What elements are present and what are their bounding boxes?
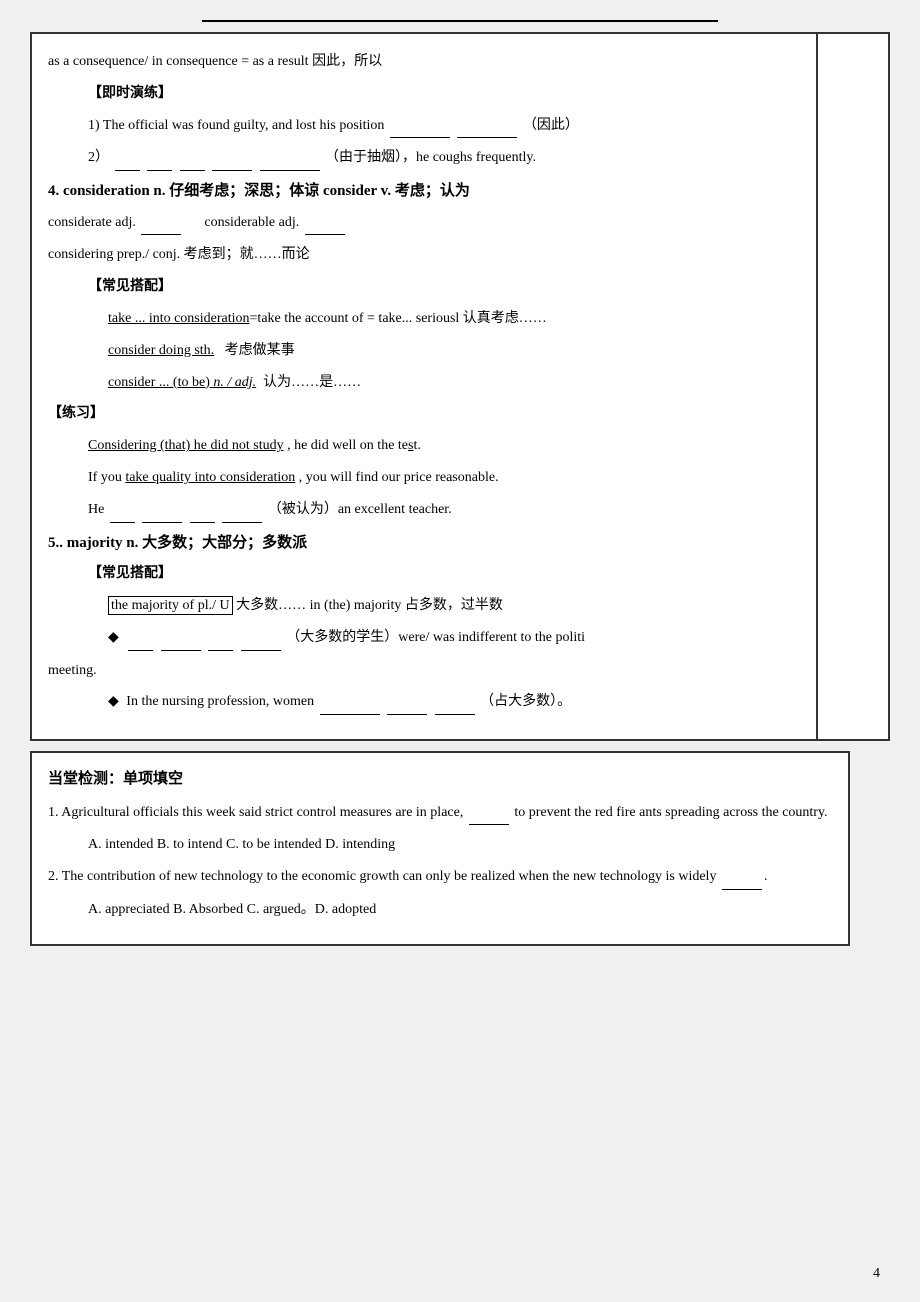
colloc-2: consider doing sth. 考虑做某事 <box>48 339 796 363</box>
blank-2e <box>260 146 320 171</box>
blank-2a <box>115 146 140 171</box>
colloc-1: take ... into consideration=take the acc… <box>48 307 796 331</box>
page-container: as a consequence/ in consequence = as a … <box>0 0 920 1302</box>
item4-considering-line: considering prep./ conj. 考虑到；就……而论 <box>48 243 796 267</box>
exercise-p1: Considering (that) he did not study , he… <box>48 434 796 458</box>
exercise-1: 1) The official was found guilty, and lo… <box>48 114 796 139</box>
top-divider <box>202 20 718 22</box>
blank-maj1c <box>208 626 233 651</box>
item4-header: 4. consideration n. 仔细考虑；深思；体谅 consider … <box>48 179 796 205</box>
blank-considerable <box>305 211 345 236</box>
item4-adj-line: considerate adj. considerable adj. <box>48 211 796 236</box>
majority-bullet-2: ◆ In the nursing profession, women （占大多数… <box>48 690 796 715</box>
majority-bullet1-cont: meeting. <box>48 659 796 683</box>
blank-1a <box>390 114 450 139</box>
colloc-3: consider ... (to be) n. / adj. 认为……是…… <box>48 371 796 395</box>
practice-header: 【即时演练】 <box>48 82 796 106</box>
colloc-header-2: 【常见搭配】 <box>48 562 796 586</box>
q2-options: A. appreciated B. Absorbed C. argued。D. … <box>48 898 832 922</box>
exercise-p2: If you take quality into consideration ,… <box>48 466 796 490</box>
blank-considerate <box>141 211 181 236</box>
practice-header-2: 【练习】 <box>48 402 796 426</box>
blank-2b <box>147 146 172 171</box>
consequence-line: as a consequence/ in consequence = as a … <box>48 50 796 74</box>
q2-text: 2. The contribution of new technology to… <box>48 865 832 890</box>
blank-p3d <box>222 498 262 523</box>
exercise-p3: He （被认为）an excellent teacher. <box>48 498 796 523</box>
content-wrapper: as a consequence/ in consequence = as a … <box>30 32 890 741</box>
blank-p3a <box>110 498 135 523</box>
q1-options: A. intended B. to intend C. to be intend… <box>48 833 832 857</box>
blank-maj1a <box>128 626 153 651</box>
bottom-section: 当堂检测：单项填空 1. Agricultural officials this… <box>30 751 850 946</box>
blank-q2 <box>722 865 762 890</box>
blank-1b <box>457 114 517 139</box>
collocation-header: 【常见搭配】 <box>48 275 796 299</box>
majority-bullet-1: ◆ （大多数的学生）were/ was indifferent to the p… <box>48 626 796 651</box>
blank-p3b <box>142 498 182 523</box>
exercise-2: 2） （由于抽烟），he coughs frequently. <box>48 146 796 171</box>
majority-colloc-1: the majority of pl./ U 大多数…… in (the) ma… <box>48 594 796 618</box>
blank-maj1b <box>161 626 201 651</box>
item5-header: 5.. majority n. 大多数；大部分；多数派 <box>48 531 796 557</box>
blank-maj2b <box>387 690 427 715</box>
q1-text: 1. Agricultural officials this week said… <box>48 801 832 826</box>
bottom-header: 当堂检测：单项填空 <box>48 767 832 793</box>
blank-2d <box>212 146 252 171</box>
blank-q1 <box>469 801 509 826</box>
page-number: 4 <box>873 1266 880 1282</box>
blank-maj2c <box>435 690 475 715</box>
side-box <box>818 32 890 741</box>
blank-p3c <box>190 498 215 523</box>
blank-maj2a <box>320 690 380 715</box>
main-content-box: as a consequence/ in consequence = as a … <box>30 32 818 741</box>
blank-maj1d <box>241 626 281 651</box>
blank-2c <box>180 146 205 171</box>
